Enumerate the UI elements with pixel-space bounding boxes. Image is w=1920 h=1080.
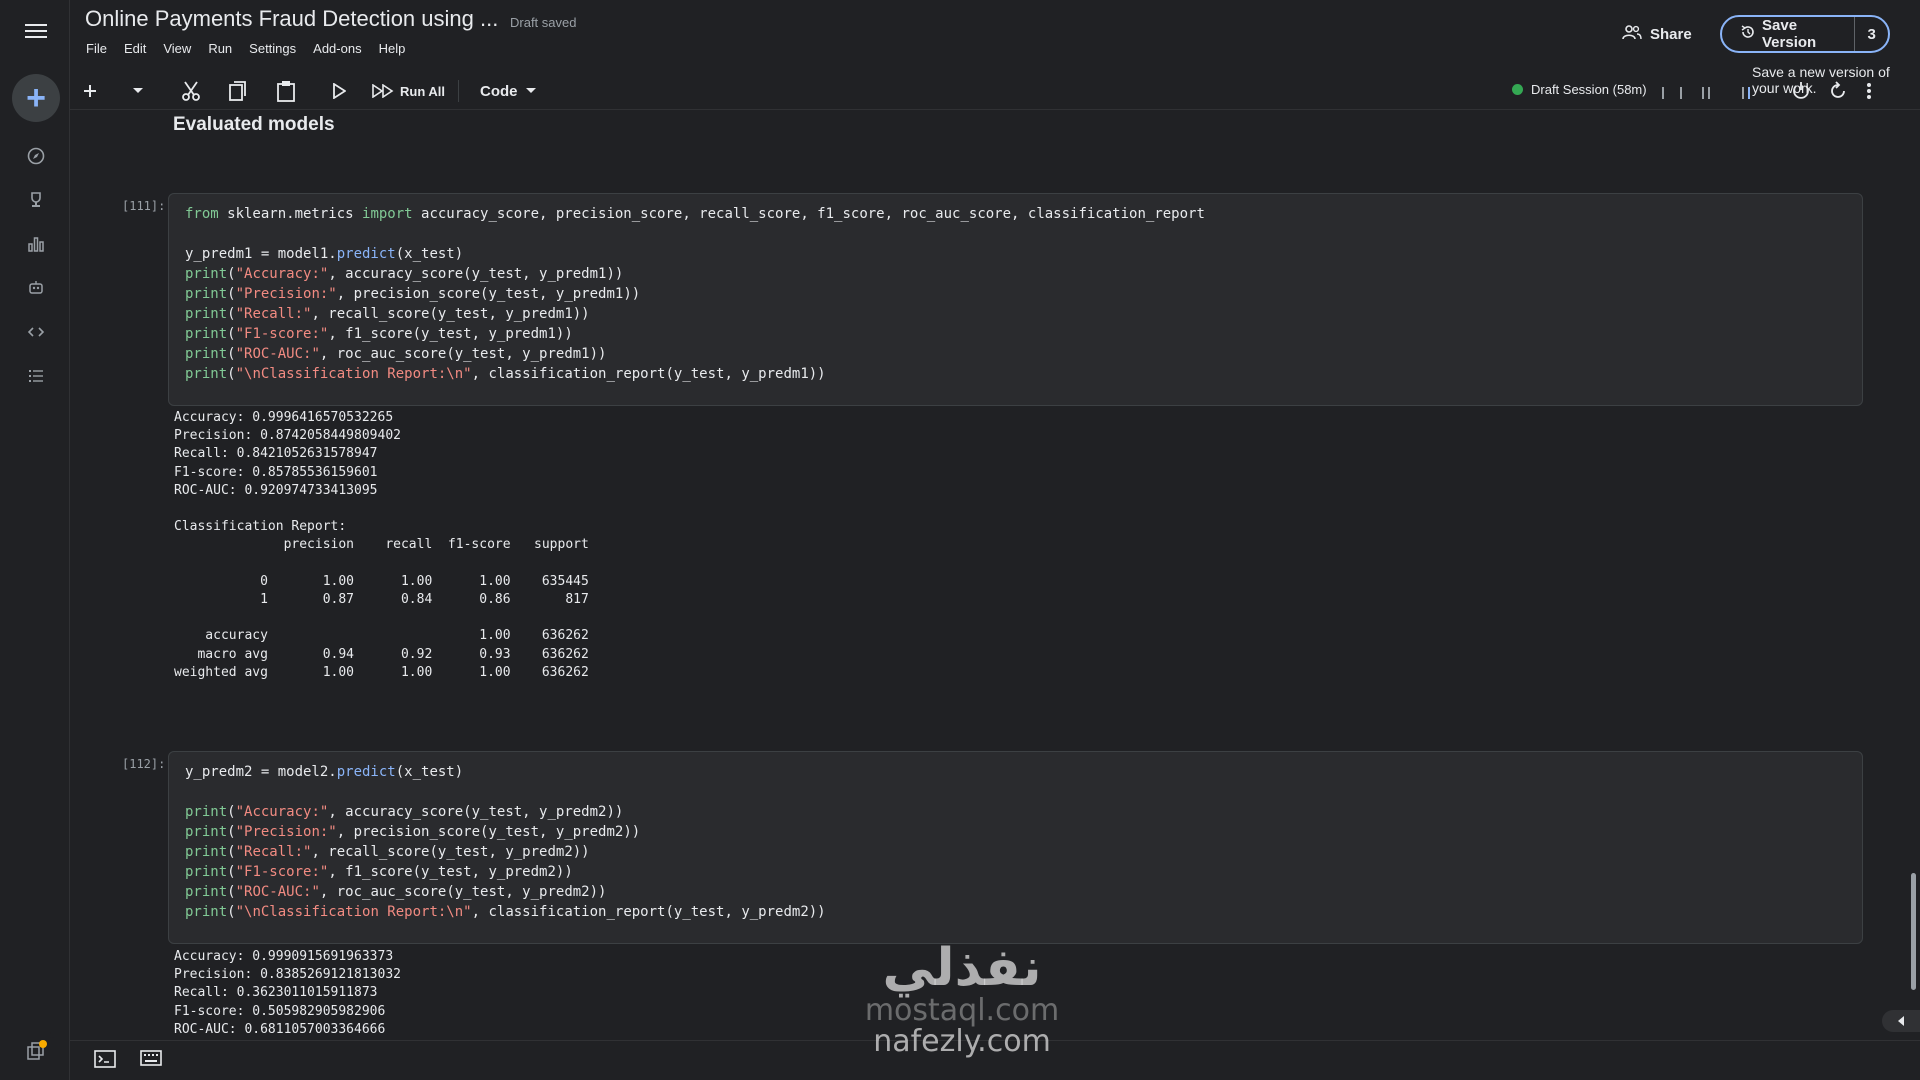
history-icon — [1740, 24, 1756, 44]
cell-output: Accuracy: 0.9996416570532265 Precision: … — [174, 410, 589, 680]
left-rail: + 1 — [0, 0, 70, 1080]
menu-edit[interactable]: Edit — [124, 41, 146, 56]
cell-type-select[interactable]: Code — [480, 78, 536, 104]
toolbar-divider — [458, 80, 459, 102]
list-icon[interactable] — [20, 360, 52, 392]
refresh-icon[interactable] — [1827, 78, 1849, 104]
session-label: Draft Session (58m) — [1531, 82, 1647, 97]
watermark-arabic: نفذلي — [882, 938, 1042, 998]
header: Online Payments Fraud Detection using ..… — [70, 0, 1920, 98]
version-count[interactable]: 3 — [1854, 17, 1888, 51]
people-icon — [1622, 24, 1642, 44]
cell-number: [111]: — [122, 199, 166, 213]
menu-icon[interactable] — [20, 15, 52, 47]
chevron-down-icon — [525, 88, 536, 93]
notebook-area: Evaluated models [111]: from sklearn.met… — [70, 110, 1906, 1040]
code-editor[interactable]: from sklearn.metrics import accuracy_sco… — [169, 194, 1862, 394]
code-line: y_predm1 = model1.predict(x_test) — [185, 246, 464, 262]
code-line: print("Precision:", precision_score(y_te… — [185, 824, 641, 840]
section-heading: Evaluated models — [173, 114, 335, 135]
cell-type-label: Code — [480, 82, 518, 100]
share-button[interactable]: Share — [1622, 20, 1692, 48]
menu-file[interactable]: File — [86, 41, 107, 56]
code-line: print("Accuracy:", accuracy_score(y_test… — [185, 266, 624, 282]
notebook-title[interactable]: Online Payments Fraud Detection using ..… — [85, 6, 498, 32]
menu-view[interactable]: View — [163, 41, 191, 56]
run-all-button[interactable]: Run All — [372, 78, 445, 104]
keyboard-icon[interactable] — [140, 1050, 162, 1071]
menu-bar: File Edit View Run Settings Add-ons Help — [86, 41, 405, 56]
code-line: print("Recall:", recall_score(y_test, y_… — [185, 306, 590, 322]
code-line: from sklearn.metrics import accuracy_sco… — [185, 206, 1205, 222]
cut-icon[interactable] — [180, 78, 202, 104]
code-line: print("F1-score:", f1_score(y_test, y_pr… — [185, 326, 573, 342]
watermark-logo: نفذلي mostaql.com nafezly.com — [842, 940, 1082, 1058]
code-line: print("\nClassification Report:\n", clas… — [185, 904, 826, 920]
code-editor[interactable]: y_predm2 = model2.predict(x_test) print(… — [169, 752, 1862, 932]
code-cell[interactable]: y_predm2 = model2.predict(x_test) print(… — [168, 751, 1863, 944]
watermark-line1: mostaql.com — [864, 993, 1060, 1028]
chart-icon[interactable] — [20, 228, 52, 260]
code-line: print("\nClassification Report:\n", clas… — [185, 366, 826, 382]
code-icon[interactable] — [20, 316, 52, 348]
code-line: print("ROC-AUC:", roc_auc_score(y_test, … — [185, 884, 607, 900]
menu-settings[interactable]: Settings — [249, 41, 296, 56]
add-icon[interactable] — [82, 78, 98, 104]
notification-badge: 1 — [49, 1031, 54, 1040]
save-version-label: Save Version — [1762, 17, 1817, 51]
save-version-button[interactable]: Save Version 3 — [1720, 15, 1890, 53]
code-line: print("F1-score:", f1_score(y_test, y_pr… — [185, 864, 573, 880]
paste-icon[interactable] — [276, 78, 296, 104]
power-icon[interactable] — [1790, 78, 1812, 104]
code-line: print("Accuracy:", accuracy_score(y_test… — [185, 804, 624, 820]
run-icon[interactable] — [332, 78, 346, 104]
more-icon[interactable] — [1866, 78, 1872, 104]
draft-status: Draft saved — [510, 15, 577, 30]
trophy-icon[interactable] — [20, 184, 52, 216]
compass-icon[interactable] — [20, 140, 52, 172]
console-icon[interactable] — [94, 1050, 116, 1073]
chevron-down-icon[interactable] — [132, 78, 144, 104]
run-all-label: Run All — [400, 83, 446, 99]
code-cell[interactable]: from sklearn.metrics import accuracy_sco… — [168, 193, 1863, 406]
code-line: print("Recall:", recall_score(y_test, y_… — [185, 844, 590, 860]
collapse-panel-button[interactable] — [1882, 1010, 1920, 1032]
scrollbar-thumb[interactable] — [1911, 873, 1916, 990]
code-line: print("ROC-AUC:", roc_auc_score(y_test, … — [185, 346, 607, 362]
create-icon[interactable]: + — [12, 74, 60, 122]
session-dot-icon — [1512, 84, 1523, 95]
run-all-icon — [372, 84, 394, 98]
robot-icon[interactable] — [20, 272, 52, 304]
copy-icon[interactable] — [228, 78, 248, 104]
menu-help[interactable]: Help — [379, 41, 406, 56]
menu-add-ons[interactable]: Add-ons — [313, 41, 361, 56]
cell-output: Accuracy: 0.9990915691963373 Precision: … — [174, 949, 401, 1037]
code-line: y_predm2 = model2.predict(x_test) — [185, 764, 464, 780]
menu-run[interactable]: Run — [208, 41, 232, 56]
session-status[interactable]: Draft Session (58m) — [1512, 82, 1647, 97]
toolbar: Run All Code Draft Session (58m) — [70, 72, 1920, 110]
share-label: Share — [1650, 25, 1692, 43]
cell-number: [112]: — [122, 757, 166, 771]
code-line: print("Precision:", precision_score(y_te… — [185, 286, 641, 302]
watermark-line2: nafezly.com — [873, 1024, 1051, 1059]
copy-stack-icon[interactable]: 1 — [20, 1031, 54, 1067]
resource-meter-icon[interactable] — [1660, 78, 1760, 104]
chevron-left-icon — [1898, 1016, 1904, 1026]
